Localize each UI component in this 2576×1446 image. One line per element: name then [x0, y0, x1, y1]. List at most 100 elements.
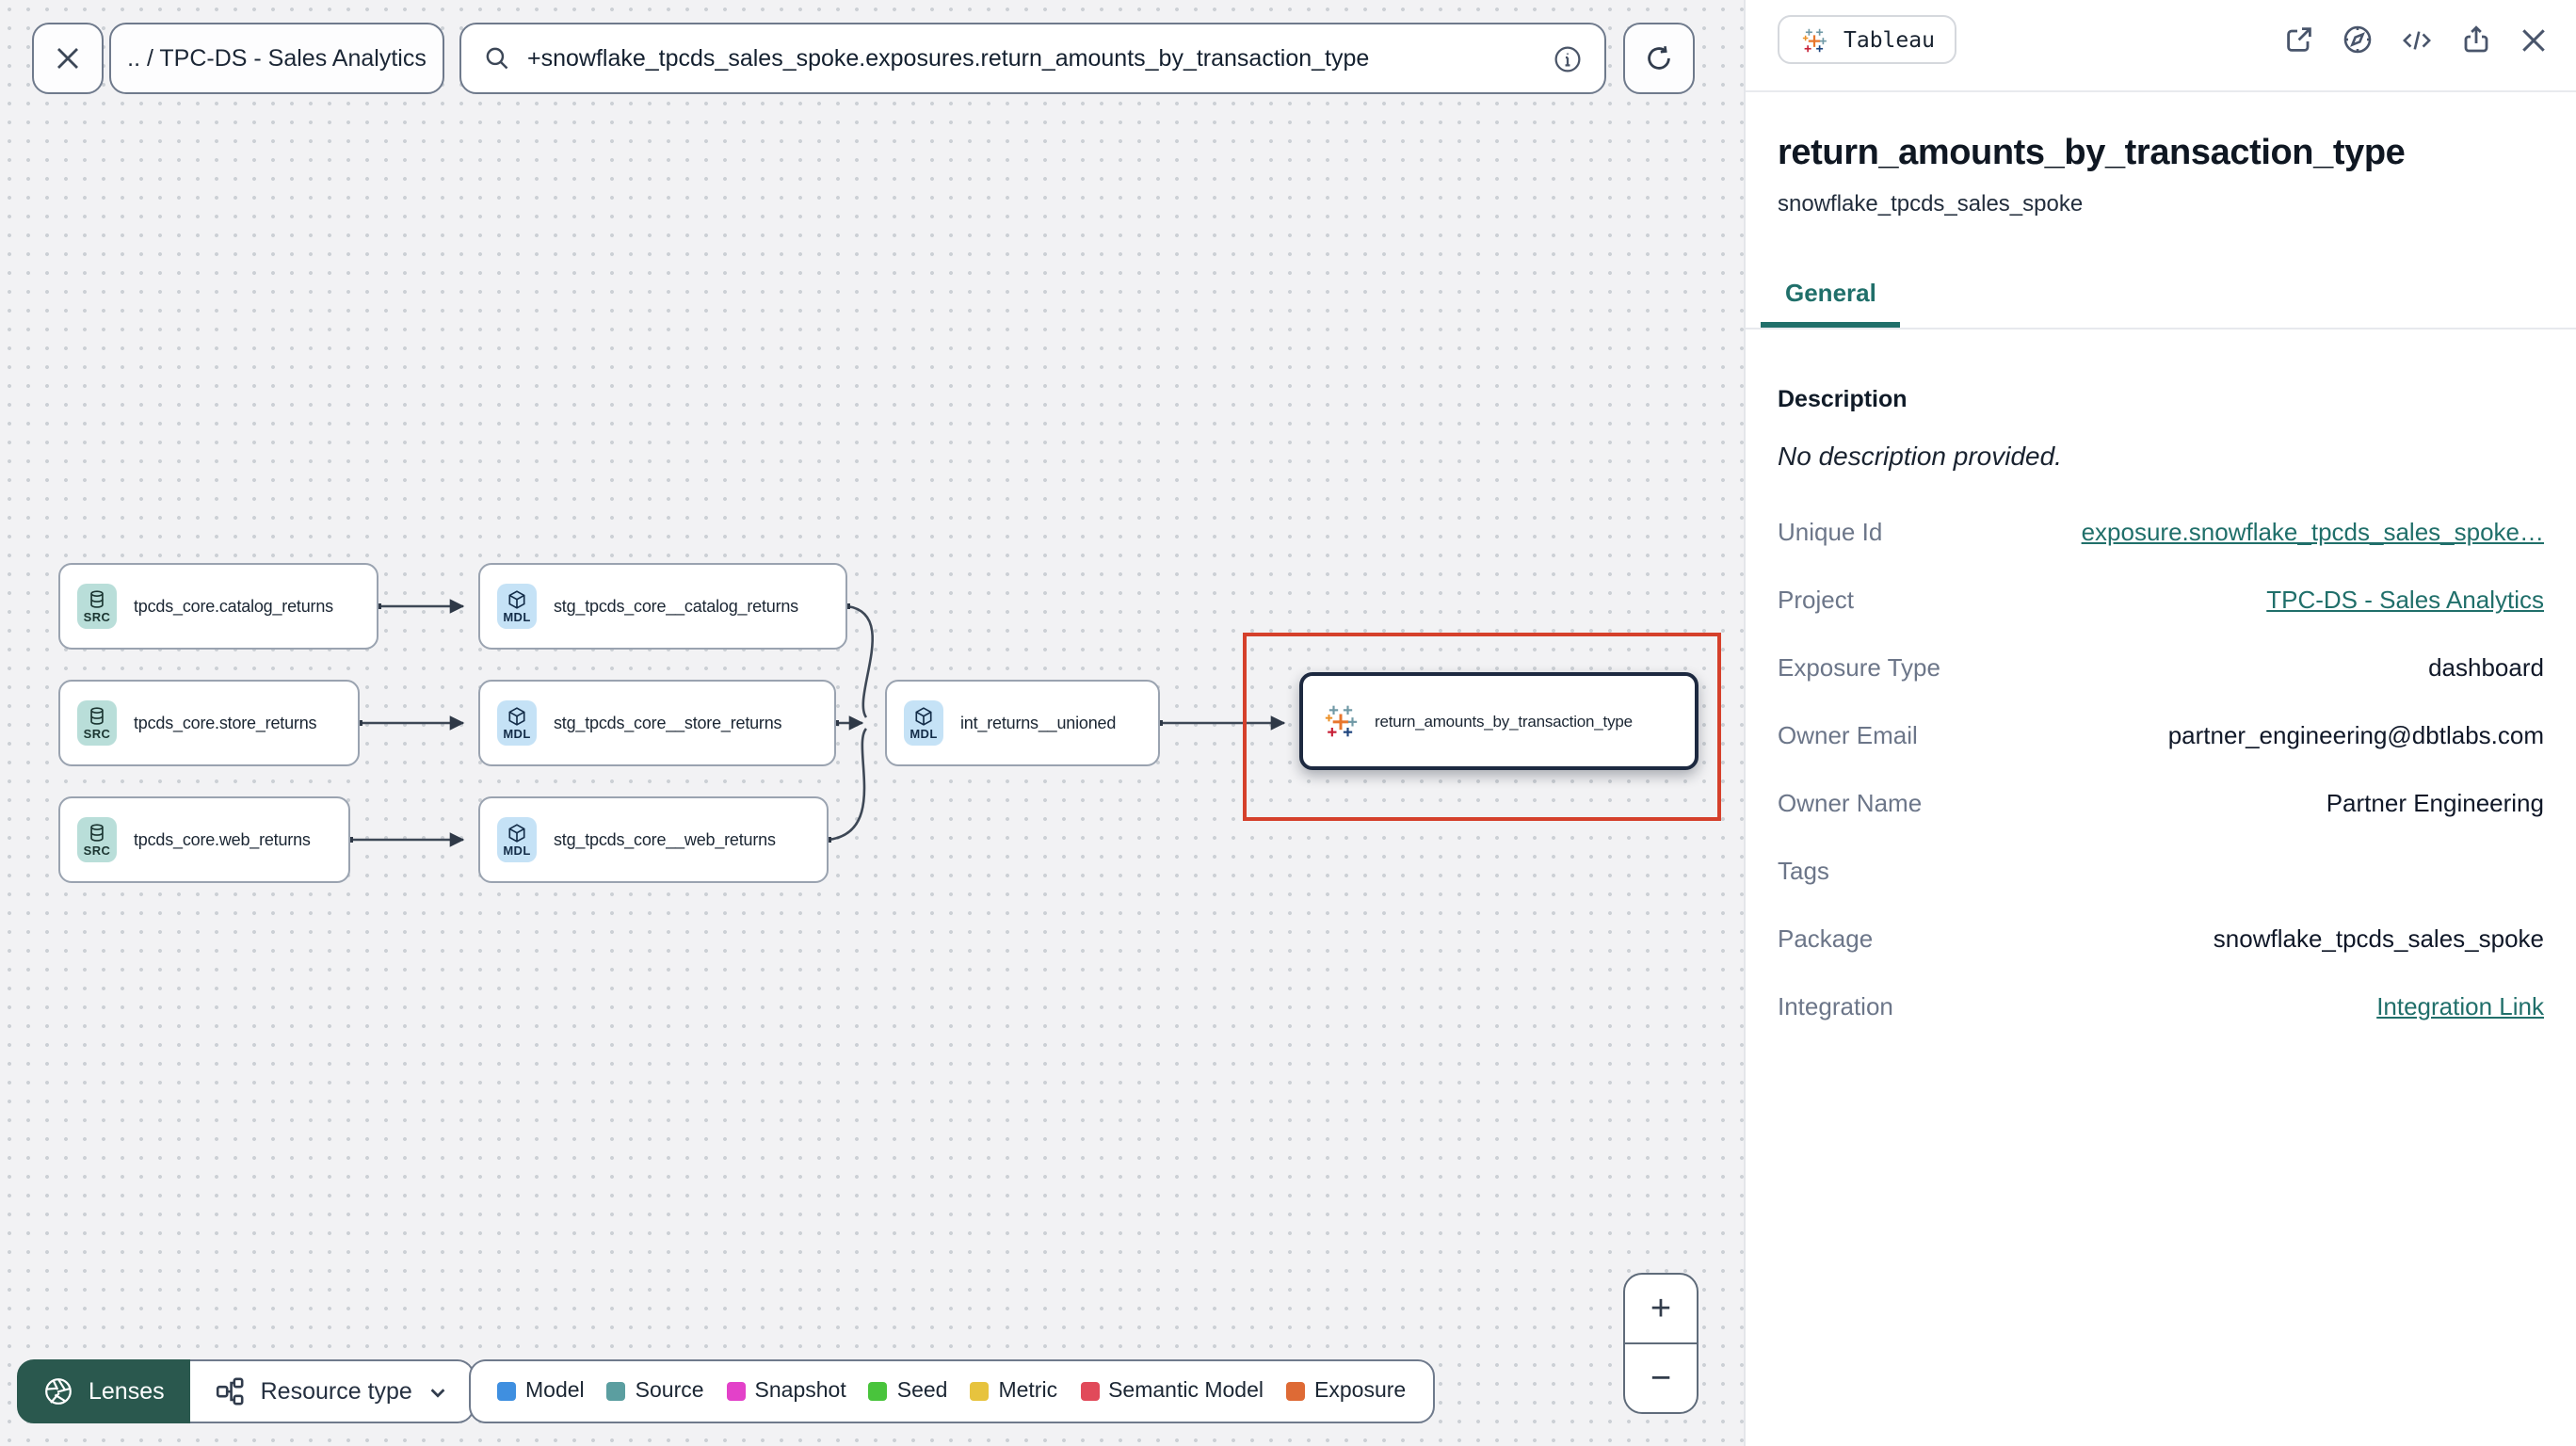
- badge-label: MDL: [503, 844, 531, 858]
- close-lineage-button[interactable]: [32, 23, 104, 94]
- refresh-icon: [1648, 46, 1670, 70]
- legend-item-semantic-model: Semantic Model: [1080, 1380, 1264, 1403]
- field-row-project: Project TPC-DS - Sales Analytics: [1778, 586, 2544, 614]
- field-label: Tags: [1778, 857, 1829, 885]
- source-badge-icon: SRC: [77, 817, 117, 862]
- open-external-button[interactable]: [2284, 24, 2314, 55]
- node-label: stg_tpcds_core__store_returns: [554, 714, 782, 732]
- node-model-stg-catalog-returns[interactable]: MDL stg_tpcds_core__catalog_returns: [478, 563, 847, 650]
- zoom-controls: + −: [1623, 1273, 1699, 1414]
- unique-id-link[interactable]: exposure.snowflake_tpcds_sales_spoke…: [2082, 518, 2544, 546]
- node-exposure-return-amounts[interactable]: return_amounts_by_transaction_type: [1299, 672, 1699, 770]
- badge-label: MDL: [503, 611, 531, 624]
- snapshot-swatch: [726, 1382, 746, 1401]
- description-heading: Description: [1778, 386, 1908, 412]
- dbt-explorer-lineage-view: SRC tpcds_core.catalog_returns MDL stg_t…: [0, 0, 2576, 1446]
- model-badge-icon: MDL: [497, 584, 537, 629]
- description-empty-text: No description provided.: [1778, 441, 2062, 471]
- database-icon: [90, 823, 104, 841]
- field-row-package: Package snowflake_tpcds_sales_spoke: [1778, 924, 2544, 953]
- node-label: stg_tpcds_core__web_returns: [554, 830, 776, 849]
- node-label: int_returns__unioned: [960, 714, 1117, 732]
- node-model-stg-web-returns[interactable]: MDL stg_tpcds_core__web_returns: [478, 796, 829, 883]
- resource-type-icon: [217, 1377, 245, 1406]
- share-button[interactable]: [2461, 24, 2491, 55]
- field-row-exposure-type: Exposure Type dashboard: [1778, 653, 2544, 682]
- lineage-canvas[interactable]: SRC tpcds_core.catalog_returns MDL stg_t…: [0, 0, 1744, 1446]
- node-model-stg-store-returns[interactable]: MDL stg_tpcds_core__store_returns: [478, 680, 836, 766]
- refresh-button[interactable]: [1623, 23, 1695, 94]
- details-panel: Tableau return_amounts_by_transaction_ty…: [1744, 0, 2576, 1446]
- legend-item-source: Source: [606, 1380, 704, 1403]
- field-label: Owner Name: [1778, 789, 1923, 817]
- source-swatch: [606, 1382, 626, 1401]
- panel-body: return_amounts_by_transaction_type snowf…: [1746, 134, 2576, 1020]
- resource-type-label: Resource type: [260, 1378, 412, 1405]
- info-icon[interactable]: [1554, 44, 1582, 72]
- general-section: Description No description provided. Uni…: [1746, 386, 2576, 1020]
- lenses-button[interactable]: Lenses: [17, 1359, 191, 1423]
- badge-label: MDL: [910, 728, 938, 741]
- chevron-down-icon: [430, 1388, 445, 1397]
- search-input[interactable]: [527, 45, 1537, 72]
- cube-icon: [508, 589, 525, 608]
- legend-item-seed: Seed: [868, 1380, 947, 1403]
- panel-actions: [2284, 24, 2548, 55]
- database-icon: [90, 589, 104, 607]
- cube-icon: [508, 823, 525, 842]
- close-panel-button[interactable]: [2520, 24, 2548, 55]
- panel-tabs: General: [1746, 265, 2576, 329]
- share-icon: [2464, 25, 2488, 53]
- field-row-tags: Tags: [1778, 857, 2544, 885]
- zoom-in-button[interactable]: +: [1625, 1275, 1697, 1342]
- field-value: dashboard: [2428, 653, 2544, 682]
- search-bar[interactable]: [459, 23, 1606, 94]
- search-icon: [486, 47, 508, 70]
- close-icon: [2522, 28, 2545, 51]
- badge-label: SRC: [83, 611, 111, 624]
- source-badge-icon: SRC: [77, 700, 117, 746]
- integration-link[interactable]: Integration Link: [2376, 992, 2544, 1020]
- field-label: Integration: [1778, 992, 1893, 1020]
- source-badge-icon: SRC: [77, 584, 117, 629]
- node-label: return_amounts_by_transaction_type: [1375, 712, 1633, 731]
- cube-icon: [508, 706, 525, 725]
- tab-general[interactable]: General: [1761, 265, 1901, 328]
- model-badge-icon: MDL: [904, 700, 943, 746]
- breadcrumb[interactable]: .. / TPC-DS - Sales Analytics: [109, 23, 444, 94]
- badge-label: SRC: [83, 728, 111, 741]
- node-source-web-returns[interactable]: SRC tpcds_core.web_returns: [58, 796, 350, 883]
- exposure-swatch: [1286, 1382, 1306, 1401]
- explore-compass-button[interactable]: [2343, 24, 2373, 55]
- node-label: tpcds_core.catalog_returns: [134, 597, 333, 616]
- field-label: Package: [1778, 924, 1874, 953]
- field-value: partner_engineering@dbtlabs.com: [2167, 721, 2544, 749]
- zoom-out-button[interactable]: −: [1625, 1342, 1697, 1412]
- field-row-owner-email: Owner Email partner_engineering@dbtlabs.…: [1778, 721, 2544, 749]
- resource-type-dropdown[interactable]: Resource type: [190, 1359, 475, 1423]
- node-source-store-returns[interactable]: SRC tpcds_core.store_returns: [58, 680, 360, 766]
- badge-label: MDL: [503, 728, 531, 741]
- database-icon: [90, 706, 104, 724]
- seed-swatch: [868, 1382, 888, 1401]
- lens-aperture-icon: [45, 1378, 72, 1405]
- field-row-owner-name: Owner Name Partner Engineering: [1778, 789, 2544, 817]
- package-subtitle: snowflake_tpcds_sales_spoke: [1778, 190, 2084, 217]
- semantic-model-swatch: [1080, 1382, 1100, 1401]
- lenses-label: Lenses: [89, 1378, 165, 1405]
- node-model-int-returns-unioned[interactable]: MDL int_returns__unioned: [885, 680, 1160, 766]
- metric-swatch: [970, 1382, 990, 1401]
- view-code-button[interactable]: [2401, 24, 2433, 55]
- field-label: Unique Id: [1778, 518, 1883, 546]
- legend-item-metric: Metric: [970, 1380, 1057, 1403]
- page-title: return_amounts_by_transaction_type: [1778, 134, 2406, 173]
- node-source-catalog-returns[interactable]: SRC tpcds_core.catalog_returns: [58, 563, 378, 650]
- legend-item-exposure: Exposure: [1286, 1380, 1406, 1403]
- field-row-integration: Integration Integration Link: [1778, 992, 2544, 1020]
- tableau-badge[interactable]: Tableau: [1778, 15, 1957, 64]
- close-icon: [57, 48, 78, 69]
- tableau-icon: [1802, 27, 1827, 52]
- field-value: snowflake_tpcds_sales_spoke: [2213, 924, 2544, 953]
- project-link[interactable]: TPC-DS - Sales Analytics: [2266, 586, 2544, 614]
- detail-rows: Unique Id exposure.snowflake_tpcds_sales…: [1778, 518, 2544, 1020]
